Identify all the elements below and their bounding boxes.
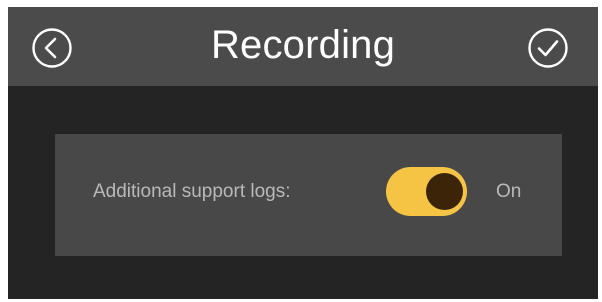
toggle-knob <box>426 173 463 210</box>
support-logs-setting-panel: Additional support logs: On <box>55 134 562 256</box>
support-logs-label: Additional support logs: <box>93 181 291 202</box>
support-logs-toggle[interactable] <box>386 167 467 216</box>
page-title: Recording <box>210 23 396 67</box>
checkmark-circle-icon <box>528 28 568 68</box>
header-bar: Recording <box>8 7 598 86</box>
recording-screen: Recording Additional support logs: On <box>8 7 598 299</box>
toggle-state-label: On <box>496 181 522 202</box>
confirm-button[interactable] <box>527 27 569 69</box>
